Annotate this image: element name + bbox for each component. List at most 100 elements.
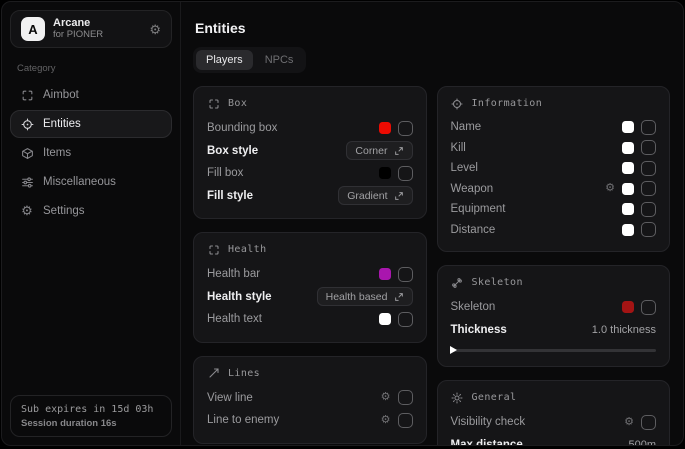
color-swatch[interactable] — [622, 224, 634, 236]
color-swatch[interactable] — [379, 313, 391, 325]
setting-row: Distance — [451, 220, 657, 241]
lines-card: Lines View line ⚙ Line to enemy ⚙ — [193, 356, 427, 444]
tab-group: Players NPCs — [193, 47, 306, 73]
cube-icon — [20, 146, 34, 160]
view-line-checkbox[interactable] — [398, 390, 413, 405]
visibility-check-checkbox[interactable] — [641, 415, 656, 430]
gear-icon[interactable]: ⚙ — [624, 417, 634, 428]
box-card: Box Bounding box Box style Corne — [193, 86, 427, 219]
card-header: Lines — [228, 368, 260, 379]
color-swatch[interactable] — [622, 121, 634, 133]
gear-icon[interactable]: ⚙ — [381, 415, 391, 426]
color-swatch[interactable] — [622, 162, 634, 174]
setting-row: Fill style Gradient — [207, 185, 413, 208]
sidebar-item-miscellaneous[interactable]: Miscellaneous — [10, 168, 172, 196]
sliders-icon — [20, 175, 34, 189]
bounding-box-checkbox[interactable] — [398, 121, 413, 136]
target-icon — [451, 97, 464, 110]
health-bar-checkbox[interactable] — [398, 267, 413, 282]
gear-icon[interactable]: ⚙ — [149, 23, 161, 36]
level-checkbox[interactable] — [641, 161, 656, 176]
expand-icon — [394, 191, 404, 201]
brand-text: Arcane for PIONER — [53, 17, 103, 41]
color-swatch[interactable] — [622, 301, 634, 313]
color-swatch[interactable] — [622, 183, 634, 195]
subscription-card: Sub expires in 15d 03h Session duration … — [10, 395, 172, 437]
thickness-value: 1.0 thickness — [592, 324, 656, 336]
setting-row: Visibility check ⚙ — [451, 411, 657, 434]
target-icon — [20, 117, 34, 131]
sidebar-item-label: Settings — [43, 205, 85, 217]
app-window: A Arcane for PIONER ⚙ Category Aimbot — [1, 1, 684, 446]
gear-icon: ⚙ — [20, 204, 34, 218]
fill-box-checkbox[interactable] — [398, 166, 413, 181]
setting-row: Weapon ⚙ — [451, 179, 657, 200]
health-text-checkbox[interactable] — [398, 312, 413, 327]
setting-row: Level — [451, 158, 657, 179]
sidebar-item-label: Miscellaneous — [43, 176, 116, 188]
setting-row: Name — [451, 117, 657, 138]
setting-row: Health text — [207, 308, 413, 331]
skeleton-card: Skeleton Skeleton Thickness 1.0 thicknes… — [437, 265, 671, 367]
card-header: Skeleton — [472, 277, 523, 288]
brand-subtitle: for PIONER — [53, 30, 103, 41]
tab-npcs[interactable]: NPCs — [255, 50, 304, 70]
sidebar-item-aimbot[interactable]: Aimbot — [10, 81, 172, 109]
diagonal-line-icon — [207, 367, 220, 380]
slider-thumb[interactable] — [450, 346, 457, 354]
sidebar-item-items[interactable]: Items — [10, 139, 172, 167]
sidebar: A Arcane for PIONER ⚙ Category Aimbot — [2, 2, 181, 445]
sidebar-item-entities[interactable]: Entities — [10, 110, 172, 138]
health-style-dropdown[interactable]: Health based — [317, 287, 413, 306]
color-swatch[interactable] — [379, 167, 391, 179]
weapon-checkbox[interactable] — [641, 181, 656, 196]
color-swatch[interactable] — [379, 122, 391, 134]
setting-row: Skeleton — [451, 296, 657, 319]
card-header: General — [472, 392, 517, 403]
thickness-slider[interactable] — [451, 349, 657, 352]
setting-row: Equipment — [451, 199, 657, 220]
distance-checkbox[interactable] — [641, 222, 656, 237]
skeleton-checkbox[interactable] — [641, 300, 656, 315]
color-swatch[interactable] — [622, 142, 634, 154]
scan-icon — [207, 243, 220, 256]
setting-row: Box style Corner — [207, 140, 413, 163]
setting-row: Max distance 500m — [451, 434, 657, 446]
card-header: Box — [228, 98, 247, 109]
card-header: Information — [472, 98, 543, 109]
brand-title: Arcane — [53, 17, 103, 30]
sub-expires-text: Sub expires in 15d 03h — [21, 404, 161, 415]
tab-players[interactable]: Players — [196, 50, 253, 70]
max-distance-value: 500m — [628, 439, 656, 445]
sidebar-nav: Aimbot Entities Items — [10, 81, 172, 225]
session-duration-text: Session duration 16s — [21, 418, 161, 429]
name-checkbox[interactable] — [641, 120, 656, 135]
fill-style-dropdown[interactable]: Gradient — [338, 186, 412, 205]
bone-icon — [451, 276, 464, 289]
kill-checkbox[interactable] — [641, 140, 656, 155]
gear-icon[interactable]: ⚙ — [605, 183, 615, 194]
main-panel: Entities Players NPCs Box — [181, 2, 683, 445]
setting-row: Bounding box — [207, 117, 413, 140]
line-to-enemy-checkbox[interactable] — [398, 413, 413, 428]
sidebar-item-label: Aimbot — [43, 89, 79, 101]
expand-icon — [394, 146, 404, 156]
sidebar-item-label: Items — [43, 147, 71, 159]
color-swatch[interactable] — [622, 203, 634, 215]
scan-icon — [207, 97, 220, 110]
color-swatch[interactable] — [379, 268, 391, 280]
category-label: Category — [17, 63, 165, 74]
box-style-dropdown[interactable]: Corner — [346, 141, 412, 160]
sun-icon — [451, 391, 464, 404]
health-card: Health Health bar Health style H — [193, 232, 427, 343]
sidebar-item-settings[interactable]: ⚙ Settings — [10, 197, 172, 225]
setting-row: Fill box — [207, 162, 413, 185]
card-header: Health — [228, 244, 267, 255]
sidebar-item-label: Entities — [43, 118, 81, 130]
page-title: Entities — [195, 20, 670, 36]
setting-row: Health style Health based — [207, 286, 413, 309]
general-card: General Visibility check ⚙ Max distance … — [437, 380, 671, 445]
gear-icon[interactable]: ⚙ — [381, 392, 391, 403]
setting-row: Thickness 1.0 thickness — [451, 319, 657, 342]
equipment-checkbox[interactable] — [641, 202, 656, 217]
